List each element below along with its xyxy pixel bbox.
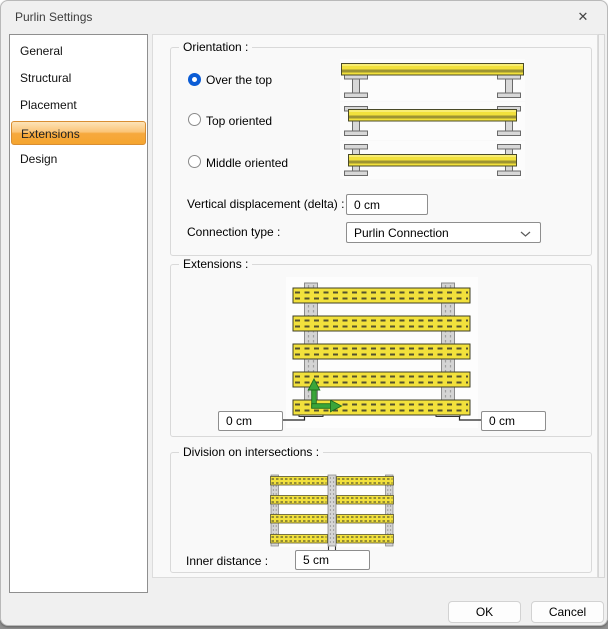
connection-type-label: Connection type : xyxy=(187,225,281,239)
radio-middle-oriented[interactable] xyxy=(188,155,201,168)
screen: Purlin Settings ✕ General Structural Pla… xyxy=(0,0,608,629)
sidebar-item-design[interactable]: Design xyxy=(10,146,147,173)
middle-oriented-illustration xyxy=(340,141,525,179)
purlin-settings-dialog: Purlin Settings ✕ General Structural Pla… xyxy=(0,0,608,626)
inner-distance-label: Inner distance : xyxy=(186,554,269,568)
left-extension-input[interactable] xyxy=(218,411,283,431)
radio-over-the-top-label[interactable]: Over the top xyxy=(206,73,272,87)
division-group-label: Division on intersections : xyxy=(179,445,324,459)
chevron-down-icon xyxy=(520,231,531,237)
right-extension-input[interactable] xyxy=(481,411,546,431)
extensions-settings-panel: Orientation : Over the top Top oriented … xyxy=(152,34,598,578)
title-bar[interactable]: Purlin Settings ✕ xyxy=(1,1,607,33)
cancel-button[interactable]: Cancel xyxy=(531,601,604,623)
dialog-title: Purlin Settings xyxy=(15,10,93,24)
orientation-group: Orientation : Over the top Top oriented … xyxy=(170,40,592,256)
panel-scrollbar[interactable] xyxy=(598,34,605,578)
sidebar-item-placement[interactable]: Placement xyxy=(10,92,147,119)
inner-distance-input[interactable] xyxy=(295,550,370,570)
connection-type-value: Purlin Connection xyxy=(354,226,449,240)
settings-category-list: General Structural Placement Extensions … xyxy=(9,34,148,593)
radio-top-oriented-label[interactable]: Top oriented xyxy=(206,114,272,128)
extensions-group-label: Extensions : xyxy=(179,257,253,271)
sidebar-item-structural[interactable]: Structural xyxy=(10,65,147,92)
vertical-displacement-label: Vertical displacement (delta) : xyxy=(187,197,345,211)
sidebar-item-general[interactable]: General xyxy=(10,38,147,65)
orientation-group-label: Orientation : xyxy=(179,40,253,54)
radio-middle-oriented-label[interactable]: Middle oriented xyxy=(206,156,288,170)
close-icon[interactable]: ✕ xyxy=(567,5,599,29)
vertical-displacement-input[interactable] xyxy=(346,194,428,215)
radio-over-the-top[interactable] xyxy=(188,73,201,86)
ok-button[interactable]: OK xyxy=(448,601,521,623)
over-the-top-illustration xyxy=(340,59,525,101)
extensions-illustration xyxy=(216,275,548,430)
connection-type-dropdown[interactable]: Purlin Connection xyxy=(346,222,541,243)
radio-top-oriented[interactable] xyxy=(188,113,201,126)
division-group: Division on intersections : Inner distan… xyxy=(170,445,592,573)
sidebar-item-extensions[interactable]: Extensions xyxy=(11,121,146,145)
extensions-group: Extensions : xyxy=(170,257,592,437)
division-illustration xyxy=(270,474,394,555)
top-oriented-illustration xyxy=(340,102,525,140)
